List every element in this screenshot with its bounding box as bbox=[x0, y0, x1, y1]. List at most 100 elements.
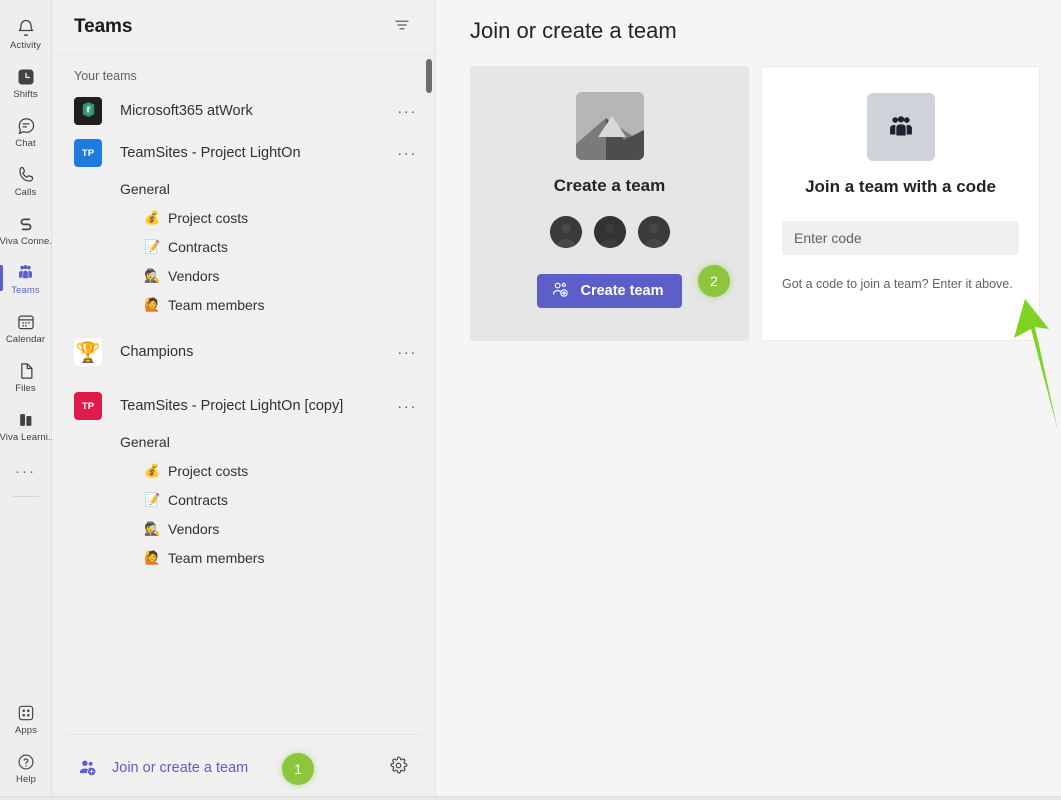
rail-item-chat[interactable]: Chat bbox=[0, 107, 52, 156]
channel-emoji-icon: 🙋 bbox=[144, 297, 161, 312]
channel-row[interactable]: 💰 Project costs bbox=[52, 203, 435, 232]
team-more-button[interactable]: ··· bbox=[393, 344, 421, 361]
team-name: TeamSites - Project LightOn [copy] bbox=[120, 398, 344, 414]
your-teams-label: Your teams bbox=[74, 69, 137, 83]
channel-emoji-icon: 💰 bbox=[144, 210, 161, 225]
create-team-card[interactable]: Create a team Create team bbox=[470, 66, 749, 341]
create-team-heading: Create a team bbox=[553, 176, 666, 195]
cards-container: Create a team Create team Join a team wi… bbox=[470, 66, 1061, 341]
team-name: Microsoft365 atWork bbox=[120, 103, 253, 119]
team-more-button[interactable]: ··· bbox=[393, 103, 421, 120]
team-initials: TP bbox=[81, 400, 95, 412]
manage-teams-settings-button[interactable] bbox=[383, 753, 413, 783]
help-icon bbox=[15, 751, 37, 773]
trophy-icon: 🏆 bbox=[75, 341, 101, 364]
channel-row[interactable]: 🕵 Vendors bbox=[52, 261, 435, 290]
channel-name: Team members bbox=[168, 549, 265, 566]
rail-more-apps-button[interactable]: ··· bbox=[0, 450, 52, 492]
scrollbar-thumb[interactable] bbox=[426, 59, 432, 93]
main-content: Join or create a team Create a team Crea… bbox=[436, 0, 1061, 800]
rail-label: Viva Learni... bbox=[0, 431, 52, 443]
team-row[interactable]: 🏆 Champions ··· bbox=[52, 331, 435, 373]
rail-item-calendar[interactable]: Calendar bbox=[0, 303, 52, 352]
channel-emoji-icon: 📝 bbox=[144, 492, 161, 507]
team-code-input[interactable] bbox=[782, 221, 1019, 255]
filter-button[interactable] bbox=[387, 12, 417, 42]
channel-emoji-icon: 💰 bbox=[144, 463, 161, 478]
avatar bbox=[549, 216, 582, 248]
image-placeholder-icon bbox=[575, 92, 644, 160]
rail-label: Help bbox=[16, 773, 36, 785]
team-row[interactable]: Microsoft365 atWork ··· bbox=[52, 90, 435, 132]
create-team-button[interactable]: Create team bbox=[537, 274, 682, 308]
rail-label: Activity bbox=[10, 39, 41, 51]
join-team-help-text: Got a code to join a team? Enter it abov… bbox=[782, 277, 1013, 291]
calendar-icon bbox=[15, 311, 37, 333]
join-team-card[interactable]: Join a team with a code Got a code to jo… bbox=[761, 66, 1040, 341]
channel-name: Team members bbox=[168, 296, 265, 313]
channel-row-general[interactable]: General bbox=[52, 174, 435, 203]
chat-icon bbox=[15, 115, 37, 137]
team-name: TeamSites - Project LightOn bbox=[120, 145, 301, 161]
channel-emoji-icon: 🕵 bbox=[144, 268, 161, 283]
teams-list-panel: Teams Your teams Microsoft365 atWork ···… bbox=[52, 0, 436, 800]
channel-name: General bbox=[120, 433, 170, 450]
rail-item-shifts[interactable]: Shifts bbox=[0, 58, 52, 107]
teams-scroll-area[interactable]: Your teams Microsoft365 atWork ··· TP Te… bbox=[52, 55, 435, 734]
rail-item-teams[interactable]: Teams bbox=[0, 254, 52, 303]
team-avatar: TP bbox=[74, 139, 102, 167]
rail-item-viva-connections[interactable]: Viva Conne... bbox=[0, 205, 52, 254]
rail-divider bbox=[12, 496, 39, 497]
channel-name: Vendors bbox=[168, 267, 220, 284]
channel-emoji-icon: 🙋 bbox=[144, 550, 161, 565]
channel-row[interactable]: 💰 Project costs bbox=[52, 456, 435, 485]
teams-app-window: Activity Shifts Chat Calls Viva Conne. T… bbox=[0, 0, 1061, 800]
avatar-group bbox=[549, 216, 670, 248]
add-person-icon bbox=[551, 280, 570, 303]
people-group-icon bbox=[866, 93, 935, 161]
teams-panel-header: Teams bbox=[52, 0, 435, 55]
team-row[interactable]: TP TeamSites - Project LightOn [copy] ··… bbox=[52, 385, 435, 427]
team-avatar: TP bbox=[74, 392, 102, 420]
rail-label: Apps bbox=[14, 724, 38, 736]
team-name: Champions bbox=[120, 344, 194, 360]
channel-row[interactable]: 📝 Contracts bbox=[52, 232, 435, 261]
rail-item-apps[interactable]: Apps bbox=[0, 694, 52, 743]
channel-name: Contracts bbox=[168, 238, 228, 255]
team-row[interactable]: TP TeamSites - Project LightOn ··· bbox=[52, 132, 435, 174]
team-more-button[interactable]: ··· bbox=[393, 398, 421, 415]
rail-item-files[interactable]: Files bbox=[0, 352, 52, 401]
channel-row[interactable]: 📝 Contracts bbox=[52, 485, 435, 514]
rail-item-activity[interactable]: Activity bbox=[0, 9, 52, 58]
viva-learning-icon bbox=[15, 409, 37, 431]
channel-row[interactable]: 🕵 Vendors bbox=[52, 514, 435, 543]
rail-item-viva-learning[interactable]: Viva Learni... bbox=[0, 401, 52, 450]
channel-row[interactable]: 🙋 Team members bbox=[52, 543, 435, 572]
channel-row[interactable]: 🙋 Team members bbox=[52, 290, 435, 319]
step-badge-1: 1 bbox=[282, 753, 314, 785]
shifts-icon bbox=[15, 66, 37, 88]
channel-name: General bbox=[120, 180, 170, 197]
join-or-create-team-label: Join or create a team bbox=[112, 759, 249, 776]
office-logo-icon bbox=[79, 100, 98, 122]
channel-emoji-icon: 🕵 bbox=[144, 521, 161, 536]
rail-item-help[interactable]: Help bbox=[0, 743, 52, 792]
teams-icon bbox=[15, 262, 37, 284]
join-team-heading: Join a team with a code bbox=[805, 177, 996, 196]
team-initials: TP bbox=[81, 147, 95, 159]
rail-label: Calendar bbox=[5, 333, 46, 345]
rail-item-calls[interactable]: Calls bbox=[0, 156, 52, 205]
avatar bbox=[637, 216, 670, 248]
avatar bbox=[593, 216, 626, 248]
rail-label: Calls bbox=[14, 186, 37, 198]
join-or-create-team-link[interactable]: Join or create a team bbox=[76, 757, 248, 779]
calls-icon bbox=[15, 164, 37, 186]
channel-emoji-icon: 📝 bbox=[144, 239, 161, 254]
rail-bottom-group: Apps Help bbox=[0, 694, 52, 792]
team-more-button[interactable]: ··· bbox=[393, 145, 421, 162]
app-rail: Activity Shifts Chat Calls Viva Conne. T… bbox=[0, 0, 52, 800]
channel-name: Project costs bbox=[168, 462, 249, 479]
channel-name: Vendors bbox=[168, 520, 220, 537]
rail-label: Teams bbox=[11, 284, 40, 296]
channel-row-general[interactable]: General bbox=[52, 427, 435, 456]
